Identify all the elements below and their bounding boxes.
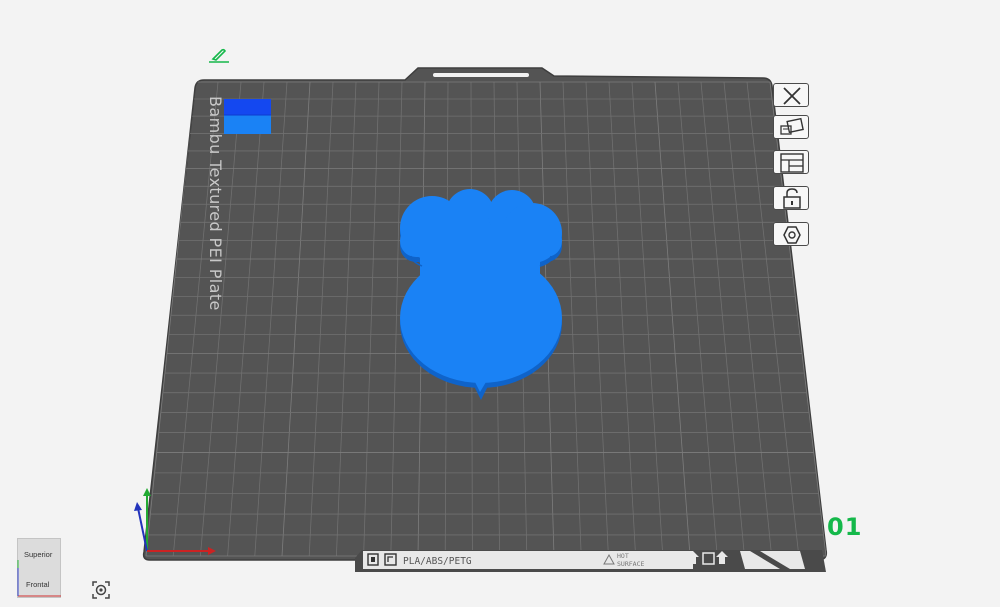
plate-handle-slot xyxy=(433,73,529,77)
plate-hot-label: HOT xyxy=(617,552,629,560)
plate-type-label: Bambu Textured PEI Plate xyxy=(206,96,225,311)
plate-label-strip: PLA/ABS/PETG HOT SURFACE xyxy=(355,550,826,572)
edit-icon[interactable] xyxy=(207,48,231,64)
orient-icon xyxy=(780,153,804,173)
close-icon xyxy=(783,87,801,105)
wipe-tower[interactable] xyxy=(224,99,271,134)
model-object[interactable] xyxy=(400,189,562,400)
arrange-icon xyxy=(780,117,804,135)
plate-settings-button[interactable] xyxy=(773,222,809,246)
plate-surface-label: SURFACE xyxy=(617,560,644,568)
camera-icon[interactable] xyxy=(90,579,112,601)
hexagon-icon xyxy=(783,226,801,244)
delete-plate-button[interactable] xyxy=(773,83,809,107)
arrange-button[interactable] xyxy=(773,115,809,139)
plate-number: 01 xyxy=(827,513,863,541)
plate-filament-label: PLA/ABS/PETG xyxy=(403,556,472,567)
orient-button[interactable] xyxy=(773,150,809,174)
lock-plate-button[interactable] xyxy=(773,186,809,210)
view-cube[interactable]: Superior Frontal xyxy=(17,538,61,598)
lock-icon xyxy=(783,188,801,209)
view-cube-axes xyxy=(17,560,61,597)
